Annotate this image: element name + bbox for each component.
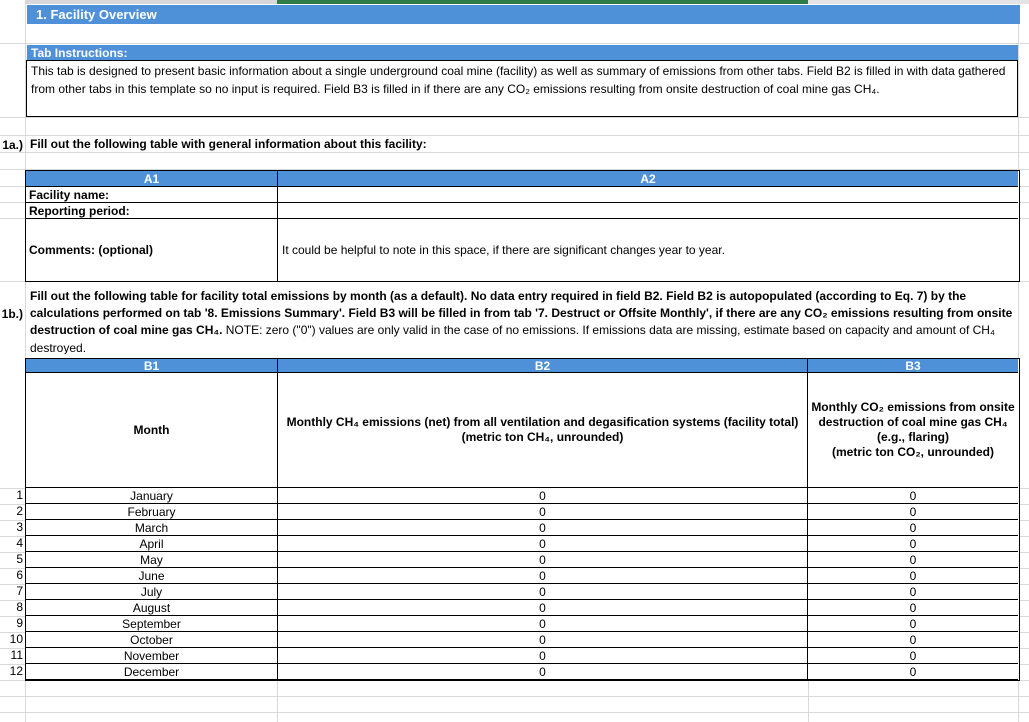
gridline-horizontal [0,712,1029,713]
month-cell: February [26,504,278,520]
co2-value-cell[interactable]: 0 [808,600,1018,616]
co2-value-cell[interactable]: 0 [808,568,1018,584]
tab-instructions-bar: Tab Instructions: [27,45,1018,60]
ch4-value-cell[interactable]: 0 [278,552,808,568]
facility-name-label: Facility name: [26,187,278,203]
month-cell: June [26,568,278,584]
co2-value-cell[interactable]: 0 [808,536,1018,552]
row-label-1b: 1b.) [0,307,23,321]
gridline-horizontal [0,696,1029,697]
co2-column-description: Monthly CO₂ emissions from onsite destru… [808,373,1018,488]
row-number: 1 [0,488,23,504]
month-cell: December [26,664,278,680]
ch4-value-cell[interactable]: 0 [278,504,808,520]
month-cell: November [26,648,278,664]
top-strip-gray [25,0,277,4]
gridline-horizontal [0,43,1029,44]
ch4-value-cell[interactable]: 0 [278,520,808,536]
row-number: 4 [0,536,23,552]
col-header-a2: A2 [278,171,1018,187]
tab-instructions-text: This tab is designed to present basic in… [31,64,1005,96]
co2-value-cell[interactable]: 0 [808,616,1018,632]
section-1b-instructions: Fill out the following table for facilit… [26,288,1018,354]
page-title: 1. Facility Overview [36,7,157,22]
comments-input-cell[interactable]: It could be helpful to note in this spac… [278,219,1018,281]
co2-value-cell[interactable]: 0 [808,520,1018,536]
facility-info-table: A1 A2 Facility name: Reporting period: C… [25,170,1020,282]
reporting-period-label: Reporting period: [26,203,278,219]
ch4-value-cell[interactable]: 0 [278,488,808,504]
row-number: 7 [0,584,23,600]
tab-instructions-box: This tab is designed to present basic in… [26,60,1018,117]
ch4-value-cell[interactable]: 0 [278,584,808,600]
gridline-vertical [277,681,278,722]
ch4-value-cell[interactable]: 0 [278,536,808,552]
sheet-title-bar: 1. Facility Overview [27,5,1020,24]
month-column-description: Month [26,373,278,488]
month-cell: September [26,616,278,632]
tab-instructions-label: Tab Instructions: [31,46,127,60]
co2-value-cell[interactable]: 0 [808,584,1018,600]
row-number: 9 [0,616,23,632]
spreadsheet-sheet: 1. Facility Overview Tab Instructions: T… [0,0,1029,722]
ch4-value-cell[interactable]: 0 [278,632,808,648]
gridline-horizontal [0,152,1029,153]
gridline-horizontal [0,135,1029,136]
co2-value-cell[interactable]: 0 [808,632,1018,648]
col-header-a1: A1 [26,171,278,187]
facility-name-input-cell[interactable] [278,187,1018,203]
row-number: 11 [0,648,23,664]
co2-value-cell[interactable]: 0 [808,488,1018,504]
comments-label: Comments: (optional) [26,219,278,281]
reporting-period-input-cell[interactable] [278,203,1018,219]
month-cell: May [26,552,278,568]
row-number: 6 [0,568,23,584]
row-number: 3 [0,520,23,536]
row-number: 8 [0,600,23,616]
col-header-b3: B3 [808,359,1018,373]
ch4-value-cell[interactable]: 0 [278,600,808,616]
col-header-b2: B2 [278,359,808,373]
month-cell: April [26,536,278,552]
month-cell: July [26,584,278,600]
co2-value-cell[interactable]: 0 [808,552,1018,568]
gridline-vertical [808,681,809,722]
row-number: 10 [0,632,23,648]
top-strip-green [277,0,808,4]
month-cell: March [26,520,278,536]
row-number: 5 [0,552,23,568]
top-strip-lightgray [808,0,1029,4]
gridline-horizontal [0,117,1029,118]
ch4-value-cell[interactable]: 0 [278,664,808,680]
co2-value-cell[interactable]: 0 [808,504,1018,520]
ch4-column-description: Monthly CH₄ emissions (net) from all ven… [278,373,808,488]
month-cell: October [26,632,278,648]
ch4-value-cell[interactable]: 0 [278,568,808,584]
section-1a-heading: Fill out the following table with genera… [30,137,930,151]
row-number: 12 [0,664,23,680]
co2-value-cell[interactable]: 0 [808,664,1018,680]
month-cell: January [26,488,278,504]
col-header-b1: B1 [26,359,278,373]
month-cell: August [26,600,278,616]
ch4-value-cell[interactable]: 0 [278,648,808,664]
row-label-1a: 1a.) [0,138,23,152]
co2-value-cell[interactable]: 0 [808,648,1018,664]
monthly-emissions-table: B1 B2 B3 Month Monthly CH₄ emissions (ne… [25,358,1020,681]
row-number: 2 [0,504,23,520]
ch4-value-cell[interactable]: 0 [278,616,808,632]
